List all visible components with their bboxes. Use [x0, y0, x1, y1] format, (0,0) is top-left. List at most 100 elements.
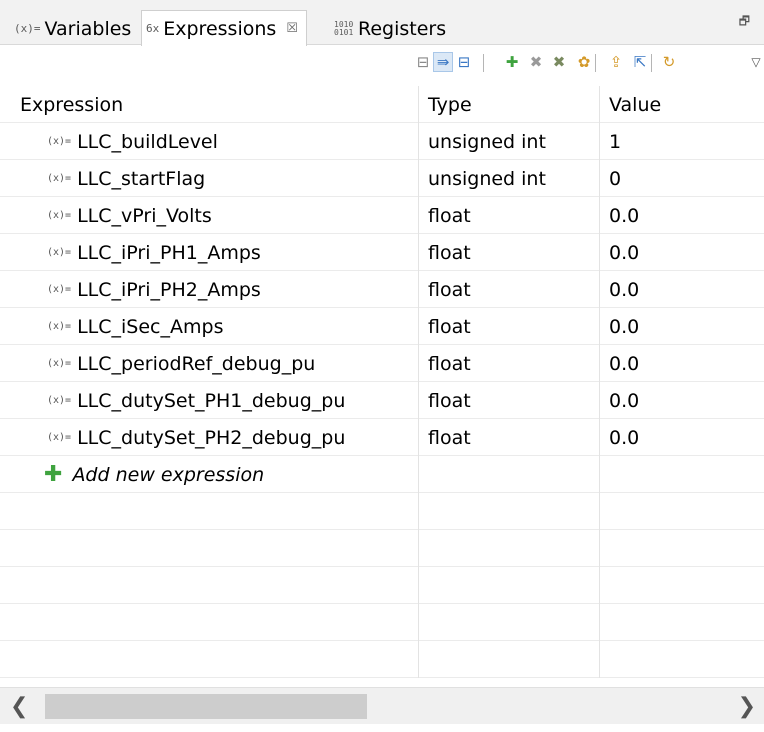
expression-cell[interactable]: (x)= LLC_dutySet_PH2_debug_pu [0, 419, 418, 456]
variable-icon: (x)= [47, 210, 72, 221]
expressions-icon: 6x [146, 22, 160, 35]
empty-cell [418, 604, 599, 641]
empty-cell [0, 530, 418, 567]
table-row[interactable]: (x)= LLC_dutySet_PH2_debug_pu float 0.0 [0, 419, 764, 456]
table-header-row: Expression Type Value [0, 86, 764, 123]
value-cell[interactable]: 0.0 [599, 271, 764, 308]
empty-row [0, 641, 764, 678]
expression-cell[interactable]: (x)= LLC_iPri_PH2_Amps [0, 271, 418, 308]
table-row[interactable]: (x)= LLC_iPri_PH1_Amps float 0.0 [0, 234, 764, 271]
column-header-type[interactable]: Type [418, 86, 599, 123]
expression-cell[interactable]: (x)= LLC_iPri_PH1_Amps [0, 234, 418, 271]
table-row[interactable]: (x)= LLC_vPri_Volts float 0.0 [0, 197, 764, 234]
variable-icon: (x)= [47, 432, 72, 443]
show-logical-structure-icon[interactable]: ⇛ [433, 52, 453, 72]
value-cell[interactable]: 0.0 [599, 308, 764, 345]
remove-all-icon[interactable]: ✖ [549, 52, 569, 72]
variable-icon: (x)= [47, 284, 72, 295]
table-row[interactable]: (x)= LLC_periodRef_debug_pu float 0.0 [0, 345, 764, 382]
empty-cell [0, 604, 418, 641]
value-cell[interactable]: 0.0 [599, 382, 764, 419]
add-new-expression-cell[interactable]: ✚ Add new expression [0, 456, 418, 493]
tab-variables-label: Variables [44, 17, 132, 40]
view-menu-icon[interactable]: ▽ [746, 52, 764, 72]
type-cell: unsigned int [418, 123, 599, 160]
value-cell[interactable]: 0.0 [599, 419, 764, 456]
expression-name: LLC_startFlag [77, 167, 206, 190]
expression-cell[interactable]: (x)= LLC_buildLevel [0, 123, 418, 160]
remove-icon[interactable]: ✖ [526, 52, 546, 72]
expression-cell[interactable]: (x)= LLC_iSec_Amps [0, 308, 418, 345]
variable-icon: (x)= [47, 173, 72, 184]
show-type-names-icon[interactable]: ⊟ [413, 52, 433, 72]
empty-cell [418, 530, 599, 567]
horizontal-scrollbar[interactable]: ❮ ❯ [0, 687, 764, 724]
scrollbar-thumb[interactable] [45, 694, 367, 719]
value-cell[interactable]: 0.0 [599, 345, 764, 382]
add-new-expression-label: Add new expression [72, 463, 265, 486]
expressions-toolbar: ⊟ ⇛ ⊟ ✚ ✖ ✖ ✿ ⇪ ⇱ ↻ ▽ [0, 47, 764, 84]
close-icon[interactable]: ☒ [286, 21, 298, 36]
expression-name: LLC_vPri_Volts [77, 204, 212, 227]
variable-icon: (x)= [47, 247, 72, 258]
toolbar-separator [651, 54, 652, 72]
expression-name: LLC_iPri_PH2_Amps [77, 278, 261, 301]
empty-cell [599, 567, 764, 604]
type-cell: float [418, 234, 599, 271]
type-cell: float [418, 419, 599, 456]
toolbar-separator [483, 54, 484, 72]
type-cell [418, 456, 599, 493]
export-icon[interactable]: ⇱ [630, 52, 650, 72]
empty-cell [599, 493, 764, 530]
variables-icon: (x)= [14, 22, 41, 35]
view-tab-bar: (x)= Variables 6x Expressions ☒ 1010 010… [0, 0, 764, 46]
tab-expressions[interactable]: 6x Expressions ☒ [141, 10, 307, 46]
table-row[interactable]: (x)= LLC_iPri_PH2_Amps float 0.0 [0, 271, 764, 308]
collapse-all-icon[interactable]: ⊟ [454, 52, 474, 72]
empty-row [0, 493, 764, 530]
expression-name: LLC_iSec_Amps [77, 315, 224, 338]
table-row[interactable]: (x)= LLC_startFlag unsigned int 0 [0, 160, 764, 197]
empty-cell [599, 604, 764, 641]
variable-icon: (x)= [47, 358, 72, 369]
empty-cell [0, 493, 418, 530]
table-row[interactable]: (x)= LLC_buildLevel unsigned int 1 [0, 123, 764, 160]
value-cell[interactable]: 0.0 [599, 197, 764, 234]
empty-cell [599, 530, 764, 567]
empty-row [0, 604, 764, 641]
value-cell[interactable]: 0.0 [599, 234, 764, 271]
type-cell: float [418, 345, 599, 382]
refresh-icon[interactable]: ✿ [574, 52, 594, 72]
scroll-left-arrow-icon[interactable]: ❮ [10, 694, 28, 719]
import-icon[interactable]: ⇪ [606, 52, 626, 72]
add-new-expression-row[interactable]: ✚ Add new expression [0, 456, 764, 493]
continuous-refresh-icon[interactable]: ↻ [659, 52, 679, 72]
table-row[interactable]: (x)= LLC_dutySet_PH1_debug_pu float 0.0 [0, 382, 764, 419]
type-cell: unsigned int [418, 160, 599, 197]
scroll-right-arrow-icon[interactable]: ❯ [738, 694, 756, 719]
column-header-expression[interactable]: Expression [0, 86, 418, 123]
expression-name: LLC_dutySet_PH1_debug_pu [77, 389, 346, 412]
tab-variables[interactable]: (x)= Variables [14, 12, 131, 45]
tab-registers[interactable]: 1010 0101 Registers [334, 12, 446, 45]
value-cell[interactable]: 0 [599, 160, 764, 197]
type-cell: float [418, 271, 599, 308]
variable-icon: (x)= [47, 136, 72, 147]
table-row[interactable]: (x)= LLC_iSec_Amps float 0.0 [0, 308, 764, 345]
empty-cell [418, 641, 599, 678]
expression-name: LLC_buildLevel [77, 130, 218, 153]
expression-cell[interactable]: (x)= LLC_vPri_Volts [0, 197, 418, 234]
empty-cell [0, 641, 418, 678]
value-cell[interactable]: 1 [599, 123, 764, 160]
type-cell: float [418, 197, 599, 234]
tab-expressions-label: Expressions [163, 17, 277, 40]
type-cell: float [418, 308, 599, 345]
expression-cell[interactable]: (x)= LLC_periodRef_debug_pu [0, 345, 418, 382]
add-expression-icon[interactable]: ✚ [502, 52, 522, 72]
maximize-icon[interactable]: 🗗 [739, 12, 750, 33]
empty-row [0, 567, 764, 604]
empty-cell [418, 493, 599, 530]
expression-cell[interactable]: (x)= LLC_dutySet_PH1_debug_pu [0, 382, 418, 419]
expression-cell[interactable]: (x)= LLC_startFlag [0, 160, 418, 197]
column-header-value[interactable]: Value [599, 86, 764, 123]
